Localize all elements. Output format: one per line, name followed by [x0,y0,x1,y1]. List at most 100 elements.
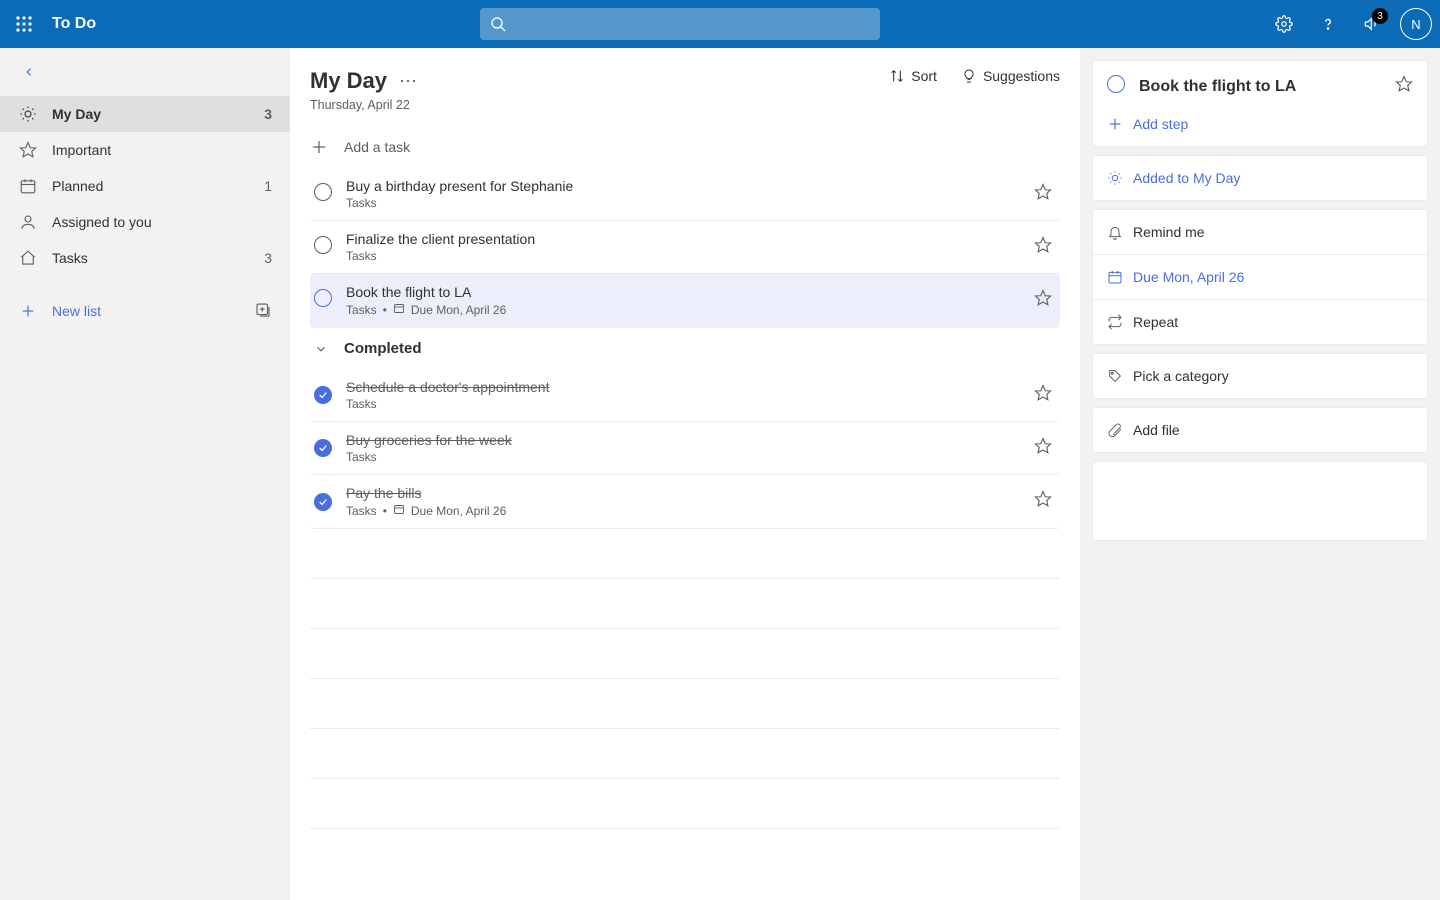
sun-icon [18,104,38,124]
chevron-down-icon [314,342,328,356]
person-icon [18,212,38,232]
task-row[interactable]: Finalize the client presentationTasks [310,221,1060,274]
page-title: My Day [310,68,387,94]
empty-row [310,629,1060,679]
page-subtitle: Thursday, April 22 [310,98,417,112]
task-checkbox[interactable] [314,289,332,312]
empty-row [310,579,1060,629]
calendar-icon [393,503,405,518]
task-row[interactable]: Schedule a doctor's appointmentTasks [310,369,1060,422]
add-task-input[interactable]: Add a task [310,126,1060,168]
home-icon [18,248,38,268]
task-row[interactable]: Buy a birthday present for StephanieTask… [310,168,1060,221]
task-title: Buy groceries for the week [346,432,1034,448]
new-list-button[interactable]: New list [52,303,101,319]
detail-complete-checkbox[interactable] [1107,75,1125,98]
task-row[interactable]: Buy groceries for the week Tasks [310,422,1060,475]
add-file-button[interactable]: Add file [1093,408,1427,452]
task-title: Book the flight to LA [346,284,1034,300]
suggestions-button[interactable]: Suggestions [961,68,1060,84]
completed-label: Completed [344,340,422,357]
task-star-button[interactable] [1034,437,1052,460]
task-list-label: Tasks [346,450,377,464]
app-header: To Do 3 N [0,0,1440,48]
paperclip-icon [1107,422,1133,438]
note-area[interactable] [1092,461,1428,541]
collapse-sidebar-button[interactable] [0,48,290,96]
detail-star-button[interactable] [1395,75,1413,98]
detail-title[interactable]: Book the flight to LA [1139,78,1381,96]
settings-button[interactable] [1264,0,1304,48]
empty-row [310,529,1060,579]
plus-icon [310,138,328,156]
header-right: 3 N [1264,0,1440,48]
task-checkbox[interactable] [314,386,332,404]
empty-row [310,729,1060,779]
gear-icon [1275,15,1293,33]
task-checkbox[interactable] [314,236,332,259]
pick-category-button[interactable]: Pick a category [1093,354,1427,398]
sort-label: Sort [911,68,937,84]
task-star-button[interactable] [1034,490,1052,513]
remind-me-button[interactable]: Remind me [1093,210,1427,254]
task-title: Pay the bills [346,485,1034,501]
bell-icon [1107,224,1133,240]
search-icon [490,16,506,32]
add-task-placeholder: Add a task [344,139,410,155]
list-options-button[interactable]: ⋯ [399,70,417,92]
chevron-left-icon [22,65,36,79]
notification-badge: 3 [1372,8,1388,24]
sidebar: My Day 3 Important Planned 1 Assigned to… [0,48,290,900]
sidebar-item-my-day[interactable]: My Day 3 [0,96,290,132]
task-row[interactable]: Book the flight to LATasks • Due Mon, Ap… [310,274,1060,328]
sidebar-item-count: 3 [264,106,272,122]
search-input[interactable] [480,8,880,40]
sidebar-item-count: 1 [264,178,272,194]
plus-icon [1107,116,1133,132]
sidebar-item-tasks[interactable]: Tasks 3 [0,240,290,276]
sort-button[interactable]: Sort [889,68,937,84]
added-to-my-day-button[interactable]: Added to My Day [1093,156,1427,200]
completed-section-header[interactable]: Completed [310,328,1060,369]
repeat-icon [1107,314,1133,330]
task-row[interactable]: Pay the billsTasks • Due Mon, April 26 [310,475,1060,529]
sidebar-item-label: My Day [52,106,101,122]
sidebar-item-assigned[interactable]: Assigned to you [0,204,290,240]
main-panel: My Day ⋯ Thursday, April 22 Sort Suggest… [290,48,1080,900]
sidebar-item-planned[interactable]: Planned 1 [0,168,290,204]
empty-row [310,679,1060,729]
add-step-button[interactable]: Add step [1093,102,1427,146]
task-due-label: Due Mon, April 26 [411,504,506,518]
calendar-icon [393,302,405,317]
task-star-button[interactable] [1034,289,1052,312]
plus-icon [18,301,38,321]
task-list-label: Tasks [346,303,377,317]
sidebar-item-label: Planned [52,178,103,194]
star-icon [18,140,38,160]
sort-icon [889,68,905,84]
search-wrap [96,8,1264,40]
app-launcher-button[interactable] [0,0,48,48]
task-star-button[interactable] [1034,236,1052,259]
due-date-button[interactable]: Due Mon, April 26 [1093,254,1427,299]
task-checkbox[interactable] [314,183,332,206]
account-avatar[interactable]: N [1400,8,1432,40]
new-group-button[interactable] [254,301,272,322]
task-star-button[interactable] [1034,384,1052,407]
help-icon [1319,15,1337,33]
help-button[interactable] [1308,0,1348,48]
task-list-label: Tasks [346,504,377,518]
empty-row [310,779,1060,829]
sidebar-item-important[interactable]: Important [0,132,290,168]
task-list-label: Tasks [346,196,377,210]
calendar-icon [1107,269,1133,285]
announcements-button[interactable]: 3 [1352,0,1392,48]
task-title: Schedule a doctor's appointment [346,379,1034,395]
task-checkbox[interactable] [314,493,332,511]
tag-icon [1107,368,1133,384]
repeat-button[interactable]: Repeat [1093,299,1427,344]
task-checkbox[interactable] [314,439,332,457]
task-star-button[interactable] [1034,183,1052,206]
lightbulb-icon [961,68,977,84]
task-list-label: Tasks [346,249,377,263]
